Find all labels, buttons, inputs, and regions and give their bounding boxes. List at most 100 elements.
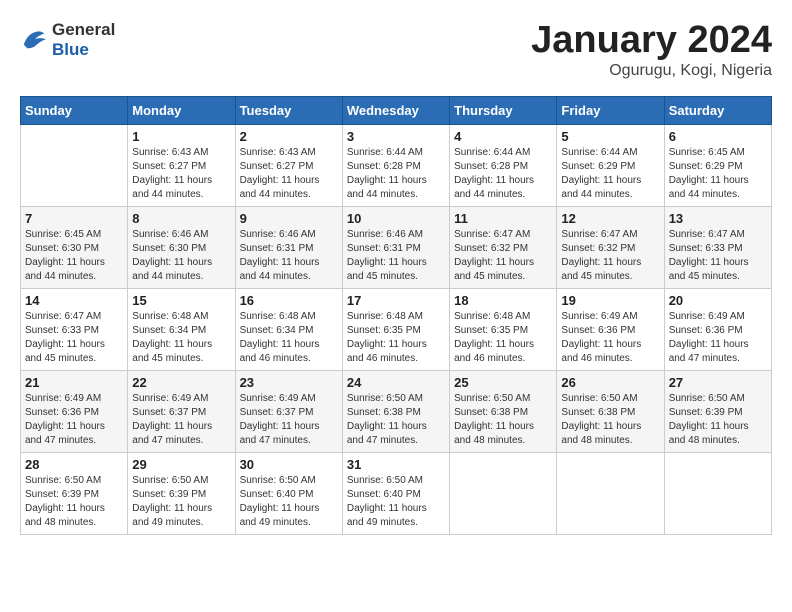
calendar-cell: 3Sunrise: 6:44 AM Sunset: 6:28 PM Daylig…	[342, 124, 449, 206]
header-day-thursday: Thursday	[450, 96, 557, 124]
day-number: 4	[454, 129, 552, 144]
day-number: 12	[561, 211, 659, 226]
day-info: Sunrise: 6:50 AM Sunset: 6:38 PM Dayligh…	[454, 392, 552, 448]
calendar-cell: 26 Sunrise: 6:50 AM Sunset: 6:38 PM Dayli…	[557, 370, 664, 452]
calendar-cell: 29Sunrise: 6:50 AM Sunset: 6:39 PM Dayli…	[128, 452, 235, 534]
day-number: 27	[669, 375, 767, 390]
day-number: 31	[347, 457, 445, 472]
calendar-cell: 19 Sunrise: 6:49 AM Sunset: 6:36 PM Dayli…	[557, 288, 664, 370]
day-number: 19	[561, 293, 659, 308]
day-info: Sunrise: 6:49 AM Sunset: 6:36 PM Dayligh…	[561, 310, 659, 366]
calendar-cell: 21 Sunrise: 6:49 AM Sunset: 6:36 PM Dayli…	[21, 370, 128, 452]
calendar-week-row: 14Sunrise: 6:47 AM Sunset: 6:33 PM Dayli…	[21, 288, 772, 370]
calendar-week-row: 7 Sunrise: 6:45 AM Sunset: 6:30 PM Daylig…	[21, 206, 772, 288]
day-number: 7	[25, 211, 123, 226]
day-number: 24	[347, 375, 445, 390]
calendar-cell: 2 Sunrise: 6:43 AM Sunset: 6:27 PM Daylig…	[235, 124, 342, 206]
calendar-header-row: SundayMondayTuesdayWednesdayThursdayFrid…	[21, 96, 772, 124]
logo-bird-icon	[20, 26, 48, 54]
day-info: Sunrise: 6:50 AM Sunset: 6:39 PM Dayligh…	[669, 392, 767, 448]
month-title: January 2024	[531, 20, 772, 62]
day-info: Sunrise: 6:48 AM Sunset: 6:35 PM Dayligh…	[454, 310, 552, 366]
day-number: 2	[240, 129, 338, 144]
day-info: Sunrise: 6:46 AM Sunset: 6:31 PM Dayligh…	[240, 228, 338, 284]
day-number: 1	[132, 129, 230, 144]
day-info: Sunrise: 6:49 AM Sunset: 6:36 PM Dayligh…	[669, 310, 767, 366]
calendar-cell: 13Sunrise: 6:47 AM Sunset: 6:33 PM Dayli…	[664, 206, 771, 288]
day-number: 23	[240, 375, 338, 390]
calendar-cell: 11 Sunrise: 6:47 AM Sunset: 6:32 PM Dayli…	[450, 206, 557, 288]
calendar-cell: 7 Sunrise: 6:45 AM Sunset: 6:30 PM Daylig…	[21, 206, 128, 288]
calendar-cell: 4 Sunrise: 6:44 AM Sunset: 6:28 PM Daylig…	[450, 124, 557, 206]
calendar-table: SundayMondayTuesdayWednesdayThursdayFrid…	[20, 96, 772, 535]
day-number: 25	[454, 375, 552, 390]
day-info: Sunrise: 6:50 AM Sunset: 6:39 PM Dayligh…	[132, 474, 230, 530]
calendar-cell: 16 Sunrise: 6:48 AM Sunset: 6:34 PM Dayli…	[235, 288, 342, 370]
calendar-cell: 8Sunrise: 6:46 AM Sunset: 6:30 PM Daylig…	[128, 206, 235, 288]
calendar-cell: 18 Sunrise: 6:48 AM Sunset: 6:35 PM Dayli…	[450, 288, 557, 370]
day-info: Sunrise: 6:50 AM Sunset: 6:39 PM Dayligh…	[25, 474, 123, 530]
day-number: 9	[240, 211, 338, 226]
day-number: 8	[132, 211, 230, 226]
calendar-cell	[450, 452, 557, 534]
calendar-cell: 20 Sunrise: 6:49 AM Sunset: 6:36 PM Dayli…	[664, 288, 771, 370]
day-info: Sunrise: 6:47 AM Sunset: 6:32 PM Dayligh…	[454, 228, 552, 284]
calendar-cell: 22 Sunrise: 6:49 AM Sunset: 6:37 PM Dayli…	[128, 370, 235, 452]
day-number: 20	[669, 293, 767, 308]
day-number: 10	[347, 211, 445, 226]
calendar-cell: 1 Sunrise: 6:43 AM Sunset: 6:27 PM Daylig…	[128, 124, 235, 206]
calendar-cell: 17 Sunrise: 6:48 AM Sunset: 6:35 PM Dayli…	[342, 288, 449, 370]
day-info: Sunrise: 6:45 AM Sunset: 6:29 PM Dayligh…	[669, 146, 767, 202]
day-info: Sunrise: 6:48 AM Sunset: 6:35 PM Dayligh…	[347, 310, 445, 366]
day-number: 26	[561, 375, 659, 390]
calendar-cell: 28Sunrise: 6:50 AM Sunset: 6:39 PM Dayli…	[21, 452, 128, 534]
calendar-cell: 12 Sunrise: 6:47 AM Sunset: 6:32 PM Dayli…	[557, 206, 664, 288]
day-info: Sunrise: 6:48 AM Sunset: 6:34 PM Dayligh…	[240, 310, 338, 366]
calendar-week-row: 21 Sunrise: 6:49 AM Sunset: 6:36 PM Dayli…	[21, 370, 772, 452]
header-day-monday: Monday	[128, 96, 235, 124]
logo-general: General	[52, 20, 115, 40]
day-number: 17	[347, 293, 445, 308]
day-info: Sunrise: 6:50 AM Sunset: 6:40 PM Dayligh…	[240, 474, 338, 530]
day-info: Sunrise: 6:50 AM Sunset: 6:38 PM Dayligh…	[561, 392, 659, 448]
day-number: 5	[561, 129, 659, 144]
day-info: Sunrise: 6:44 AM Sunset: 6:29 PM Dayligh…	[561, 146, 659, 202]
day-info: Sunrise: 6:49 AM Sunset: 6:37 PM Dayligh…	[132, 392, 230, 448]
day-info: Sunrise: 6:43 AM Sunset: 6:27 PM Dayligh…	[240, 146, 338, 202]
day-number: 30	[240, 457, 338, 472]
calendar-week-row: 1 Sunrise: 6:43 AM Sunset: 6:27 PM Daylig…	[21, 124, 772, 206]
day-info: Sunrise: 6:49 AM Sunset: 6:36 PM Dayligh…	[25, 392, 123, 448]
day-info: Sunrise: 6:43 AM Sunset: 6:27 PM Dayligh…	[132, 146, 230, 202]
calendar-cell: 9 Sunrise: 6:46 AM Sunset: 6:31 PM Daylig…	[235, 206, 342, 288]
day-info: Sunrise: 6:44 AM Sunset: 6:28 PM Dayligh…	[347, 146, 445, 202]
day-info: Sunrise: 6:47 AM Sunset: 6:32 PM Dayligh…	[561, 228, 659, 284]
day-number: 15	[132, 293, 230, 308]
page-header: General Blue January 2024 Ogurugu, Kogi,…	[20, 20, 772, 80]
day-info: Sunrise: 6:47 AM Sunset: 6:33 PM Dayligh…	[669, 228, 767, 284]
header-day-friday: Friday	[557, 96, 664, 124]
day-info: Sunrise: 6:44 AM Sunset: 6:28 PM Dayligh…	[454, 146, 552, 202]
day-info: Sunrise: 6:48 AM Sunset: 6:34 PM Dayligh…	[132, 310, 230, 366]
day-info: Sunrise: 6:45 AM Sunset: 6:30 PM Dayligh…	[25, 228, 123, 284]
calendar-cell: 10 Sunrise: 6:46 AM Sunset: 6:31 PM Dayli…	[342, 206, 449, 288]
calendar-cell	[21, 124, 128, 206]
calendar-cell: 6Sunrise: 6:45 AM Sunset: 6:29 PM Daylig…	[664, 124, 771, 206]
header-day-sunday: Sunday	[21, 96, 128, 124]
logo: General Blue	[20, 20, 115, 59]
day-number: 18	[454, 293, 552, 308]
header-day-wednesday: Wednesday	[342, 96, 449, 124]
header-day-saturday: Saturday	[664, 96, 771, 124]
logo-blue: Blue	[52, 40, 115, 60]
day-info: Sunrise: 6:46 AM Sunset: 6:31 PM Dayligh…	[347, 228, 445, 284]
calendar-cell: 23Sunrise: 6:49 AM Sunset: 6:37 PM Dayli…	[235, 370, 342, 452]
day-number: 11	[454, 211, 552, 226]
day-number: 16	[240, 293, 338, 308]
header-day-tuesday: Tuesday	[235, 96, 342, 124]
calendar-cell: 31Sunrise: 6:50 AM Sunset: 6:40 PM Dayli…	[342, 452, 449, 534]
title-block: January 2024 Ogurugu, Kogi, Nigeria	[531, 20, 772, 80]
day-number: 21	[25, 375, 123, 390]
day-number: 22	[132, 375, 230, 390]
day-info: Sunrise: 6:47 AM Sunset: 6:33 PM Dayligh…	[25, 310, 123, 366]
calendar-cell: 5 Sunrise: 6:44 AM Sunset: 6:29 PM Daylig…	[557, 124, 664, 206]
calendar-cell: 30 Sunrise: 6:50 AM Sunset: 6:40 PM Dayli…	[235, 452, 342, 534]
